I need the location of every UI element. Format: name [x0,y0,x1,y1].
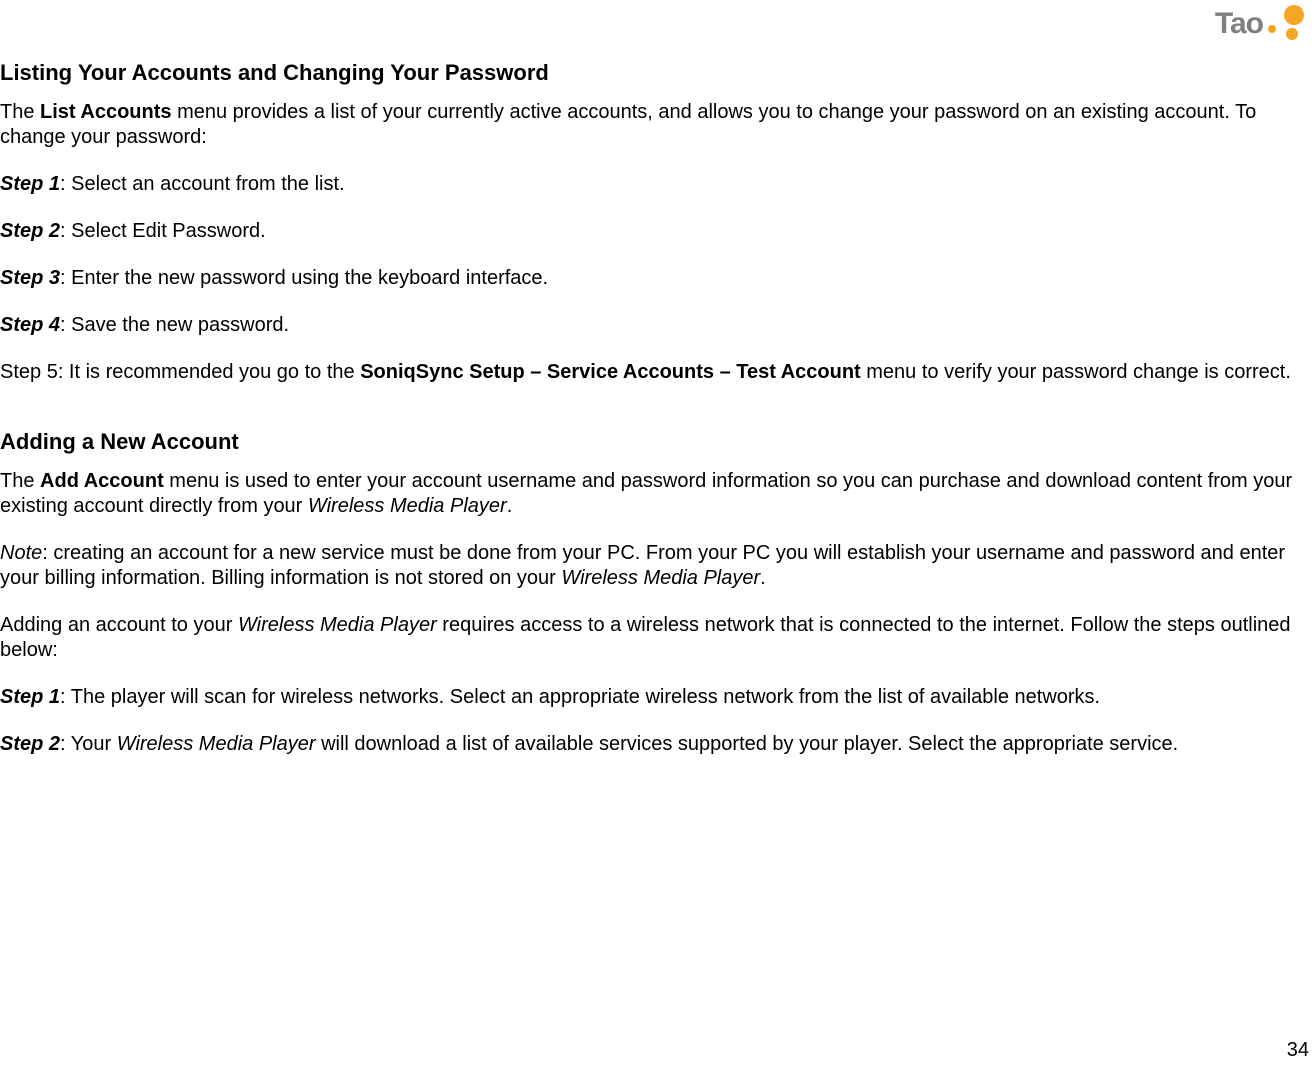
step-label: Step 1 [0,173,60,195]
step-text: : Save the new password. [60,314,289,336]
add-account-bold: Add Account [40,470,164,492]
section1-heading: Listing Your Accounts and Changing Your … [0,60,1314,86]
section2-intro: The Add Account menu is used to enter yo… [0,469,1314,519]
section1-step4: Step 4: Save the new password. [0,313,1314,338]
text: . [507,495,513,517]
section1-intro: The List Accounts menu provides a list o… [0,100,1314,150]
logo-circles-icon [1266,5,1304,43]
product-name-italic: Wireless Media Player [117,733,316,755]
logo: Tao [1215,5,1304,43]
text: The [0,101,40,123]
page-number: 34 [1287,1039,1309,1062]
logo-text: Tao [1215,7,1263,41]
product-name-italic: Wireless Media Player [561,567,760,589]
step-text: will download a list of available servic… [316,733,1179,755]
text: : Your [60,733,117,755]
section1-step2: Step 2: Select Edit Password. [0,219,1314,244]
step-label: Step 3 [0,267,60,289]
list-accounts-bold: List Accounts [40,101,172,123]
section1-step5: Step 5: It is recommended you go to the … [0,360,1314,385]
step-label: Step 4 [0,314,60,336]
step-text: : Select an account from the list. [60,173,345,195]
text: The [0,470,40,492]
section2-step1: Step 1: The player will scan for wireles… [0,685,1314,710]
text: menu to verify your password change is c… [861,361,1291,383]
product-name-italic: Wireless Media Player [308,495,507,517]
text: menu is used to enter your account usern… [0,470,1292,517]
section1-step1: Step 1: Select an account from the list. [0,172,1314,197]
step-label: Step 2 [0,220,60,242]
text: Step 5: It is recommended you go to the [0,361,360,383]
document-content: Listing Your Accounts and Changing Your … [0,0,1314,757]
section2-step2: Step 2: Your Wireless Media Player will … [0,732,1314,757]
product-name-italic: Wireless Media Player [238,614,437,636]
note-label: Note [0,542,42,564]
step-label: Step 1 [0,686,60,708]
section2-note: Note: creating an account for a new serv… [0,541,1314,591]
text: menu provides a list of your currently a… [0,101,1256,148]
section2-heading: Adding a New Account [0,429,1314,455]
step-label: Step 2 [0,733,60,755]
text: Adding an account to your [0,614,238,636]
step-text: : Select Edit Password. [60,220,266,242]
section2-para3: Adding an account to your Wireless Media… [0,613,1314,663]
menu-path-bold: SoniqSync Setup – Service Accounts – Tes… [360,361,861,383]
step-text: : The player will scan for wireless netw… [60,686,1100,708]
step-text: : Enter the new password using the keybo… [60,267,548,289]
text: . [760,567,766,589]
section1-step3: Step 3: Enter the new password using the… [0,266,1314,291]
